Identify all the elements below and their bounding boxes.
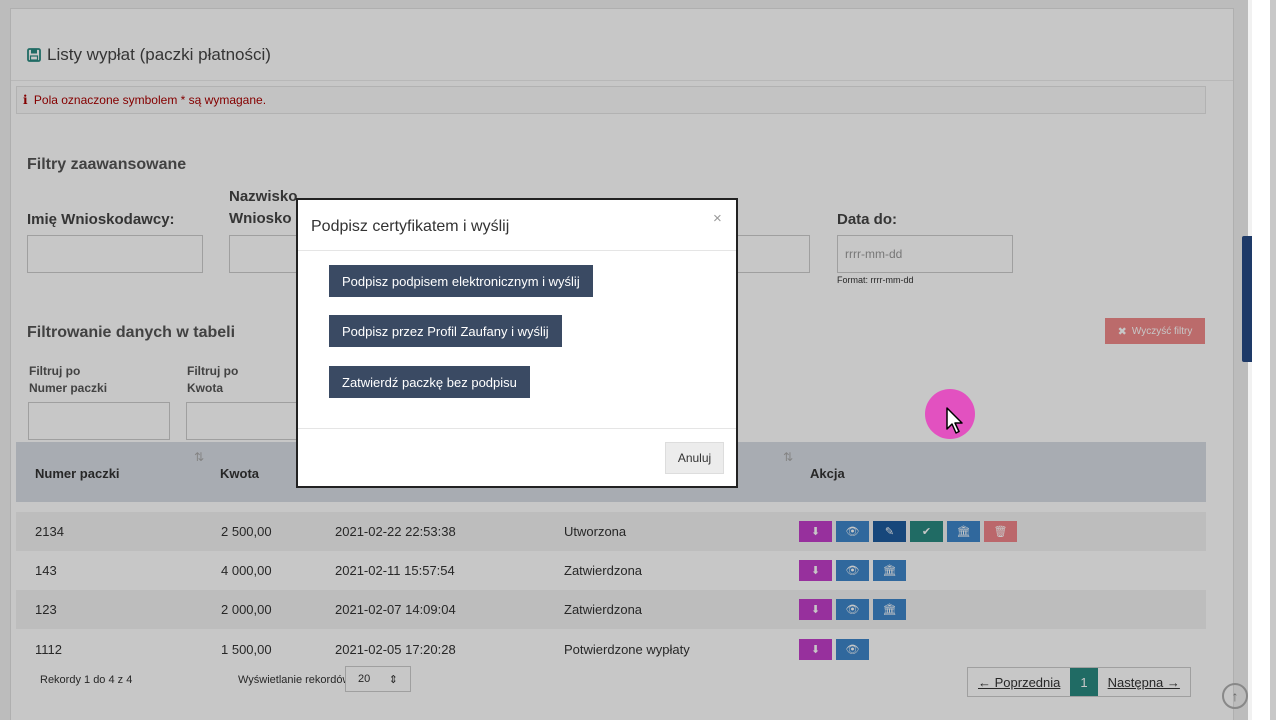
cancel-button[interactable]: Anuluj — [665, 442, 724, 474]
mouse-pointer-icon — [946, 407, 963, 434]
scroll-top-icon[interactable]: ↑ — [1222, 683, 1248, 709]
sign-modal: Podpisz certyfikatem i wyślij × Podpisz … — [296, 198, 738, 488]
sign-electronic-button[interactable]: Podpisz podpisem elektronicznym i wyślij — [329, 265, 593, 297]
modal-title: Podpisz certyfikatem i wyślij — [311, 218, 510, 235]
close-icon[interactable]: × — [713, 210, 722, 227]
modal-header: Podpisz certyfikatem i wyślij × — [298, 200, 736, 251]
side-tab[interactable] — [1242, 236, 1252, 362]
approve-without-signature-button[interactable]: Zatwierdź paczkę bez podpisu — [329, 366, 530, 398]
modal-footer-divider — [298, 428, 736, 429]
scrollbar-thumb[interactable] — [1270, 0, 1276, 720]
sign-trusted-profile-button[interactable]: Podpisz przez Profil Zaufany i wyślij — [329, 315, 562, 347]
